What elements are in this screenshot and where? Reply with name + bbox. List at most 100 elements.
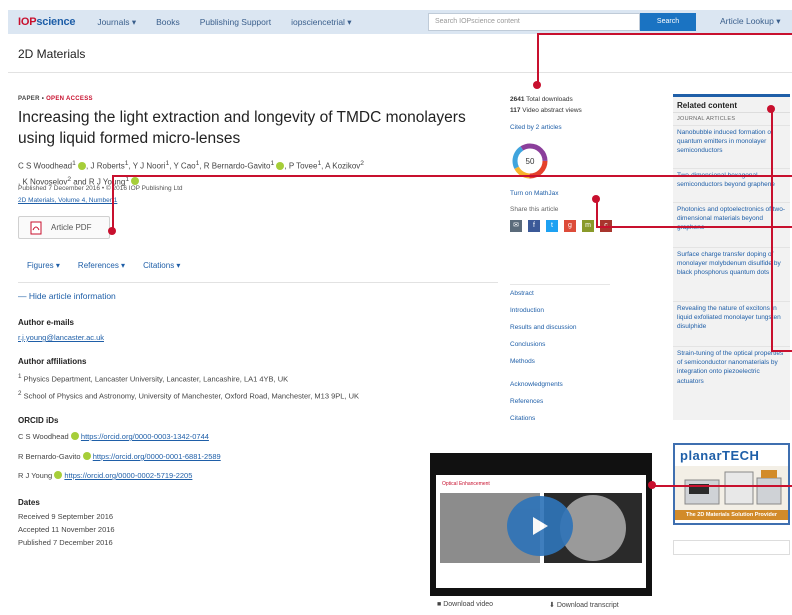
twitter-share-icon[interactable]: t bbox=[546, 220, 558, 232]
downloads-metric: 2641 Total downloads bbox=[510, 94, 582, 105]
affiliation-1: 1 Physics Department, Lancaster Universi… bbox=[18, 373, 289, 384]
mendeley-share-icon[interactable]: m bbox=[582, 220, 594, 232]
orcid-icon bbox=[70, 432, 79, 440]
hide-article-info-toggle[interactable]: — Hide article information bbox=[18, 291, 116, 301]
author-name[interactable]: , P Tovee bbox=[284, 162, 317, 171]
article-title: Increasing the light extraction and long… bbox=[18, 109, 466, 147]
toc-conclusions[interactable]: Conclusions bbox=[510, 341, 545, 348]
downloads-count: 2641 bbox=[510, 96, 525, 103]
orcid-author-name: R J Young bbox=[18, 471, 53, 480]
nav-link-publishing-support[interactable]: Publishing Support bbox=[200, 17, 271, 27]
views-count: 117 bbox=[510, 107, 521, 114]
publication-info: Published 7 December 2016 • © 2016 IOP P… bbox=[18, 185, 183, 192]
orcid-heading: ORCID iDs bbox=[18, 416, 59, 425]
author-name[interactable]: , R Bernardo-Gavito bbox=[199, 162, 270, 171]
download-video-button[interactable]: ■ Download video bbox=[437, 601, 493, 608]
orcid-link[interactable]: https://orcid.org/0000-0001-6881-2589 bbox=[93, 452, 221, 461]
author-name[interactable]: , A Kozikov bbox=[321, 162, 360, 171]
download-transcript-button[interactable]: ⬇ Download transcript bbox=[549, 601, 619, 609]
top-navigation: IOPscience Journals ▾ Books Publishing S… bbox=[0, 0, 792, 43]
video-slide-title: Optical Enhancement bbox=[442, 481, 490, 487]
author-list: C S Woodhead1 , J Roberts1, Y J Noori1, … bbox=[18, 160, 364, 187]
downloads-label: Total downloads bbox=[524, 96, 573, 103]
orcid-icon bbox=[54, 471, 63, 479]
article-lookup-menu[interactable]: Article Lookup ▾ bbox=[720, 16, 781, 27]
email-share-icon[interactable]: ✉ bbox=[510, 220, 522, 232]
annotation-line bbox=[112, 175, 792, 177]
search-input[interactable]: Search IOPscience content bbox=[428, 13, 640, 31]
planartech-ad[interactable]: planarTECH The 2D Materials Solution Pro… bbox=[673, 443, 790, 525]
orcid-author-name: R Bernardo-Gavito bbox=[18, 452, 81, 461]
cited-by-link[interactable]: Cited by 2 articles bbox=[510, 124, 562, 131]
tab-references[interactable]: References ▾ bbox=[78, 261, 125, 270]
volume-link[interactable]: 2D Materials, Volume 4, Number 1 bbox=[18, 197, 117, 204]
dates-heading: Dates bbox=[18, 498, 40, 507]
tab-citations[interactable]: Citations ▾ bbox=[143, 261, 180, 270]
orcid-row: R J Young https://orcid.org/0000-0002-57… bbox=[18, 471, 192, 480]
ad-tagline: The 2D Materials Solution Provider bbox=[675, 510, 788, 520]
play-triangle bbox=[533, 517, 548, 535]
author-name[interactable]: , J Roberts bbox=[86, 162, 125, 171]
nav-link-books[interactable]: Books bbox=[156, 17, 180, 27]
toc-introduction[interactable]: Introduction bbox=[510, 307, 544, 314]
nav-link-journals[interactable]: Journals ▾ bbox=[97, 17, 136, 28]
toc-references[interactable]: References bbox=[510, 398, 543, 405]
annotation-line bbox=[652, 485, 792, 487]
affiliation-text: School of Physics and Astronomy, Univers… bbox=[23, 391, 360, 401]
nav-link-iopsciencetrial[interactable]: iopsciencetrial ▾ bbox=[291, 17, 352, 28]
views-label: Video abstract views bbox=[520, 107, 582, 114]
article-type-prefix: PAPER • bbox=[18, 96, 47, 102]
author-name[interactable]: C S Woodhead bbox=[18, 162, 72, 171]
annotation-line bbox=[596, 226, 792, 228]
annotation-line bbox=[771, 350, 792, 352]
toc-acknowledgments[interactable]: Acknowledgments bbox=[510, 381, 563, 388]
search-button[interactable]: Search bbox=[640, 13, 696, 31]
turn-on-mathjax-link[interactable]: Turn on MathJax bbox=[510, 190, 559, 197]
toc-divider bbox=[510, 284, 610, 285]
video-abstract-player[interactable]: Optical Enhancement bbox=[430, 453, 652, 596]
orcid-link[interactable]: https://orcid.org/0000-0002-5719-2205 bbox=[64, 471, 192, 480]
logo-part-a: IOP bbox=[18, 16, 37, 28]
related-article-link[interactable]: Strain-tuning of the optical properties … bbox=[673, 346, 790, 388]
download-video-label: Download video bbox=[443, 601, 493, 608]
pdf-icon bbox=[30, 221, 42, 234]
annotation-line bbox=[596, 199, 598, 228]
nav-bar: IOPscience Journals ▾ Books Publishing S… bbox=[8, 10, 792, 34]
views-metric: 117 Video abstract views bbox=[510, 105, 582, 116]
affiliation-2: 2 School of Physics and Astronomy, Unive… bbox=[18, 390, 360, 401]
annotation-dot bbox=[108, 227, 116, 235]
play-button-icon[interactable] bbox=[507, 496, 573, 556]
toc-citations[interactable]: Citations bbox=[510, 415, 535, 422]
orcid-icon[interactable] bbox=[78, 161, 87, 170]
ad-equipment-image bbox=[675, 466, 788, 510]
ad-brand: planarTECH bbox=[680, 448, 760, 463]
toc-methods[interactable]: Methods bbox=[510, 358, 535, 365]
article-type: PAPER • OPEN ACCESS bbox=[18, 96, 93, 102]
orcid-author-name: C S Woodhead bbox=[18, 432, 69, 441]
orcid-icon bbox=[82, 452, 91, 460]
facebook-share-icon[interactable]: f bbox=[528, 220, 540, 232]
orcid-link[interactable]: https://orcid.org/0000-0003-1342-0744 bbox=[81, 432, 209, 441]
author-emails-heading: Author e-mails bbox=[18, 318, 75, 327]
journal-title[interactable]: 2D Materials bbox=[18, 47, 85, 61]
annotation-line bbox=[537, 33, 792, 35]
date-accepted: Accepted 11 November 2016 bbox=[18, 525, 115, 534]
toc-abstract[interactable]: Abstract bbox=[510, 290, 534, 297]
iopscience-logo[interactable]: IOPscience bbox=[18, 16, 76, 28]
orcid-row: C S Woodhead https://orcid.org/0000-0003… bbox=[18, 432, 209, 441]
article-metrics: 2641 Total downloads 117 Video abstract … bbox=[510, 94, 582, 116]
google-plus-share-icon[interactable]: g bbox=[564, 220, 576, 232]
altmetric-score: 50 bbox=[526, 157, 535, 166]
toc-results[interactable]: Results and discussion bbox=[510, 324, 576, 331]
article-pdf-button[interactable]: Article PDF bbox=[18, 216, 110, 239]
tab-figures[interactable]: Figures ▾ bbox=[27, 261, 60, 270]
article-tabs: Figures ▾ References ▾ Citations ▾ bbox=[27, 261, 198, 270]
share-label: Share this article bbox=[510, 206, 559, 213]
date-received: Received 9 September 2016 bbox=[18, 512, 114, 521]
article-pdf-label: Article PDF bbox=[51, 223, 92, 232]
annotation-line bbox=[112, 175, 114, 230]
author-name[interactable]: , Y Cao bbox=[169, 162, 195, 171]
author-name[interactable]: , Y J Noori bbox=[128, 162, 165, 171]
author-email-link[interactable]: r.j.young@lancaster.ac.uk bbox=[18, 333, 104, 342]
ad-placeholder bbox=[673, 540, 790, 555]
